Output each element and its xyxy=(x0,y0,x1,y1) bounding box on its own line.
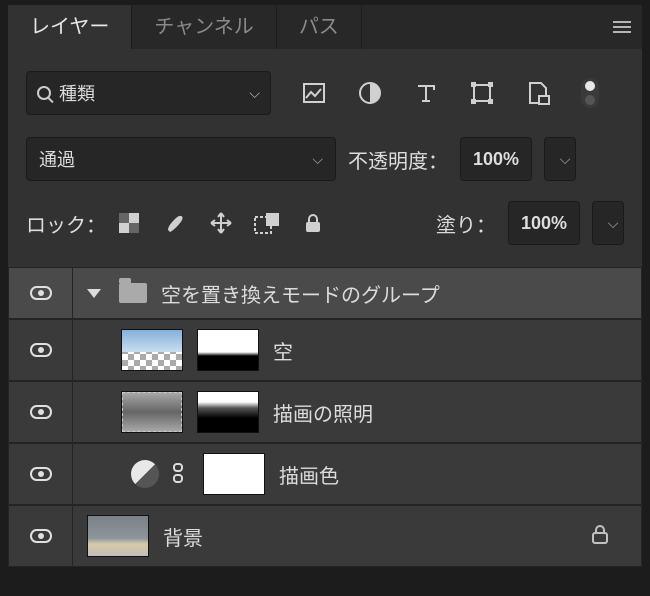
filter-shape-icon[interactable] xyxy=(467,82,497,104)
layer-name: 描画の照明 xyxy=(273,398,373,427)
fill-value-input[interactable]: 100% xyxy=(508,201,580,245)
fill-value: 100% xyxy=(521,213,567,234)
eye-icon xyxy=(30,529,52,543)
filter-smartobj-icon[interactable] xyxy=(523,81,553,105)
collapse-icon[interactable] xyxy=(87,289,101,298)
link-icon xyxy=(173,463,189,485)
tab-paths[interactable]: パス xyxy=(277,5,361,49)
filter-type-select[interactable]: 種類 ⌵ xyxy=(26,71,271,115)
blend-mode-select[interactable]: 通過 ⌵ xyxy=(26,137,336,181)
mask-thumbnail[interactable] xyxy=(197,329,259,371)
filter-type-icon[interactable] xyxy=(411,83,441,103)
layer-name: 空を置き換えモードのグループ xyxy=(161,279,440,308)
layer-name: 空 xyxy=(273,336,293,365)
toggle-off-dot xyxy=(585,95,595,105)
layer-row-fgcolor[interactable]: 描画色 xyxy=(8,443,642,505)
mask-thumbnail[interactable] xyxy=(203,453,265,495)
layer-thumbnail[interactable] xyxy=(87,515,149,557)
filter-pixel-icon[interactable] xyxy=(299,83,329,103)
opacity-label: 不透明度： xyxy=(348,145,448,174)
layer-thumbnail[interactable] xyxy=(121,391,183,433)
fill-label: 塗り： xyxy=(436,209,496,238)
layer-name: 背景 xyxy=(163,522,203,551)
visibility-toggle[interactable] xyxy=(9,382,73,442)
layer-list: 空を置き換えモードのグループ 空 描画の照明 xyxy=(8,267,642,567)
blend-mode-value: 通過 xyxy=(39,146,75,172)
filter-label: 種類 xyxy=(59,80,95,106)
layer-row-background[interactable]: 背景 xyxy=(8,505,642,567)
mask-thumbnail[interactable] xyxy=(197,391,259,433)
folder-icon xyxy=(119,283,147,303)
chevron-down-icon: ⌵ xyxy=(598,215,619,232)
layer-row-sky[interactable]: 空 xyxy=(8,319,642,381)
visibility-toggle[interactable] xyxy=(9,506,73,566)
chevron-down-icon: ⌵ xyxy=(302,151,323,168)
tab-channels[interactable]: チャンネル xyxy=(132,5,275,49)
opacity-value-input[interactable]: 100% xyxy=(460,137,532,181)
filter-toggle[interactable] xyxy=(581,78,599,108)
eye-icon xyxy=(30,405,52,419)
layer-name: 描画色 xyxy=(279,460,339,489)
lock-all-icon[interactable] xyxy=(302,212,324,234)
visibility-toggle[interactable] xyxy=(9,268,73,318)
eye-icon xyxy=(30,286,52,300)
lock-transparency-icon[interactable] xyxy=(118,212,140,234)
lock-label: ロック： xyxy=(26,209,106,238)
lock-paint-icon[interactable] xyxy=(164,212,186,234)
lock-position-icon[interactable] xyxy=(210,212,232,234)
eye-icon xyxy=(30,343,52,357)
panel-tabs: レイヤー チャンネル パス xyxy=(8,5,642,49)
filter-adjustment-icon[interactable] xyxy=(355,82,385,104)
fill-dropdown[interactable]: ⌵ xyxy=(592,201,624,245)
visibility-toggle[interactable] xyxy=(9,320,73,380)
eye-icon xyxy=(30,467,52,481)
search-icon xyxy=(37,86,51,100)
lock-row: ロック： 塗り： 100% ⌵ xyxy=(8,191,642,255)
layer-thumbnail[interactable] xyxy=(121,329,183,371)
opacity-dropdown[interactable]: ⌵ xyxy=(544,137,576,181)
lock-indicator-icon[interactable] xyxy=(591,524,609,549)
filter-toolbar: 種類 ⌵ xyxy=(8,49,642,127)
layer-group-row[interactable]: 空を置き換えモードのグループ xyxy=(8,267,642,319)
blend-row: 通過 ⌵ 不透明度： 100% ⌵ xyxy=(8,127,642,191)
visibility-toggle[interactable] xyxy=(9,444,73,504)
chevron-down-icon: ⌵ xyxy=(550,151,571,168)
tab-layers[interactable]: レイヤー xyxy=(8,5,131,49)
adjustment-layer-icon xyxy=(131,460,159,488)
panel-menu-button[interactable] xyxy=(602,26,642,28)
toggle-on-dot xyxy=(585,81,595,91)
layers-panel: レイヤー チャンネル パス 種類 ⌵ xyxy=(8,2,642,567)
chevron-down-icon: ⌵ xyxy=(249,85,260,102)
opacity-value: 100% xyxy=(473,149,519,170)
lock-artboard-icon[interactable] xyxy=(256,212,278,234)
hamburger-icon xyxy=(613,26,631,28)
layer-row-lighting[interactable]: 描画の照明 xyxy=(8,381,642,443)
